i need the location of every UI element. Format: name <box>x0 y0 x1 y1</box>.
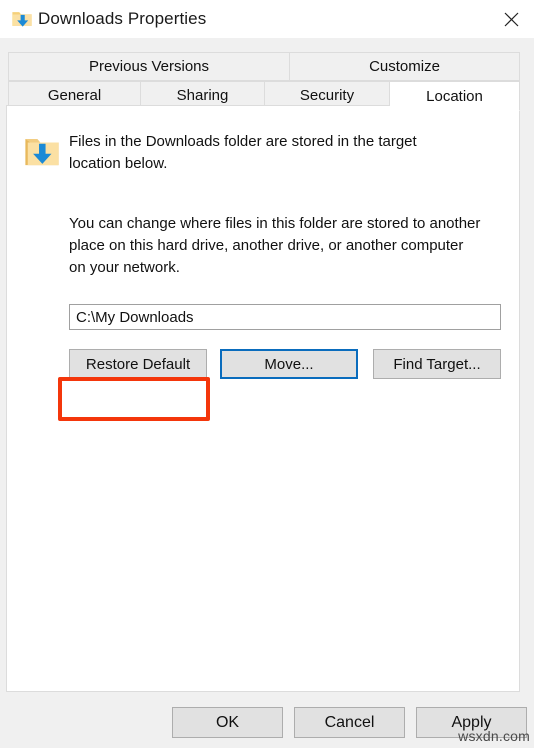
description-text: You can change where files in this folde… <box>69 215 481 276</box>
info-row: Files in the Downloads folder are stored… <box>23 131 503 175</box>
downloads-folder-large-icon <box>23 133 61 171</box>
restore-default-button[interactable]: Restore Default <box>69 349 207 379</box>
window-title: Downloads Properties <box>38 9 207 28</box>
tab-label: Sharing <box>176 87 229 104</box>
dialog-footer: OK Cancel Apply <box>0 707 534 748</box>
button-label: Cancel <box>324 713 375 731</box>
close-button[interactable] <box>488 0 534 38</box>
watermark: wsxdn.com <box>458 728 530 744</box>
tab-strip: Previous Versions Customize General Shar… <box>8 52 520 111</box>
folder-path-input[interactable] <box>69 304 501 330</box>
tab-label: Customize <box>369 58 440 75</box>
tab-customize[interactable]: Customize <box>290 52 520 81</box>
ok-button[interactable]: OK <box>172 707 283 738</box>
tab-previous-versions[interactable]: Previous Versions <box>8 52 290 81</box>
close-icon <box>504 12 518 26</box>
button-label: Move... <box>264 355 314 373</box>
tab-location[interactable]: Location <box>390 81 520 111</box>
button-label: Find Target... <box>393 355 481 373</box>
button-label: OK <box>215 713 240 731</box>
location-tab-panel: Files in the Downloads folder are stored… <box>6 105 520 692</box>
location-action-buttons: Restore Default Move... Find Target... <box>69 349 501 379</box>
move-button[interactable]: Move... <box>220 349 358 379</box>
downloads-folder-icon <box>11 8 33 30</box>
dialog-body: Previous Versions Customize General Shar… <box>0 38 534 748</box>
title-bar: Downloads Properties <box>0 0 534 38</box>
tab-label: Previous Versions <box>88 58 210 75</box>
info-text: Files in the Downloads folder are stored… <box>69 133 417 172</box>
tab-label: Location <box>426 87 483 105</box>
tab-row-upper: Previous Versions Customize <box>8 52 520 81</box>
tab-label: General <box>47 87 102 104</box>
button-label: Restore Default <box>85 355 191 373</box>
tab-label: Security <box>299 87 355 104</box>
cancel-button[interactable]: Cancel <box>294 707 405 738</box>
find-target-button[interactable]: Find Target... <box>373 349 501 379</box>
